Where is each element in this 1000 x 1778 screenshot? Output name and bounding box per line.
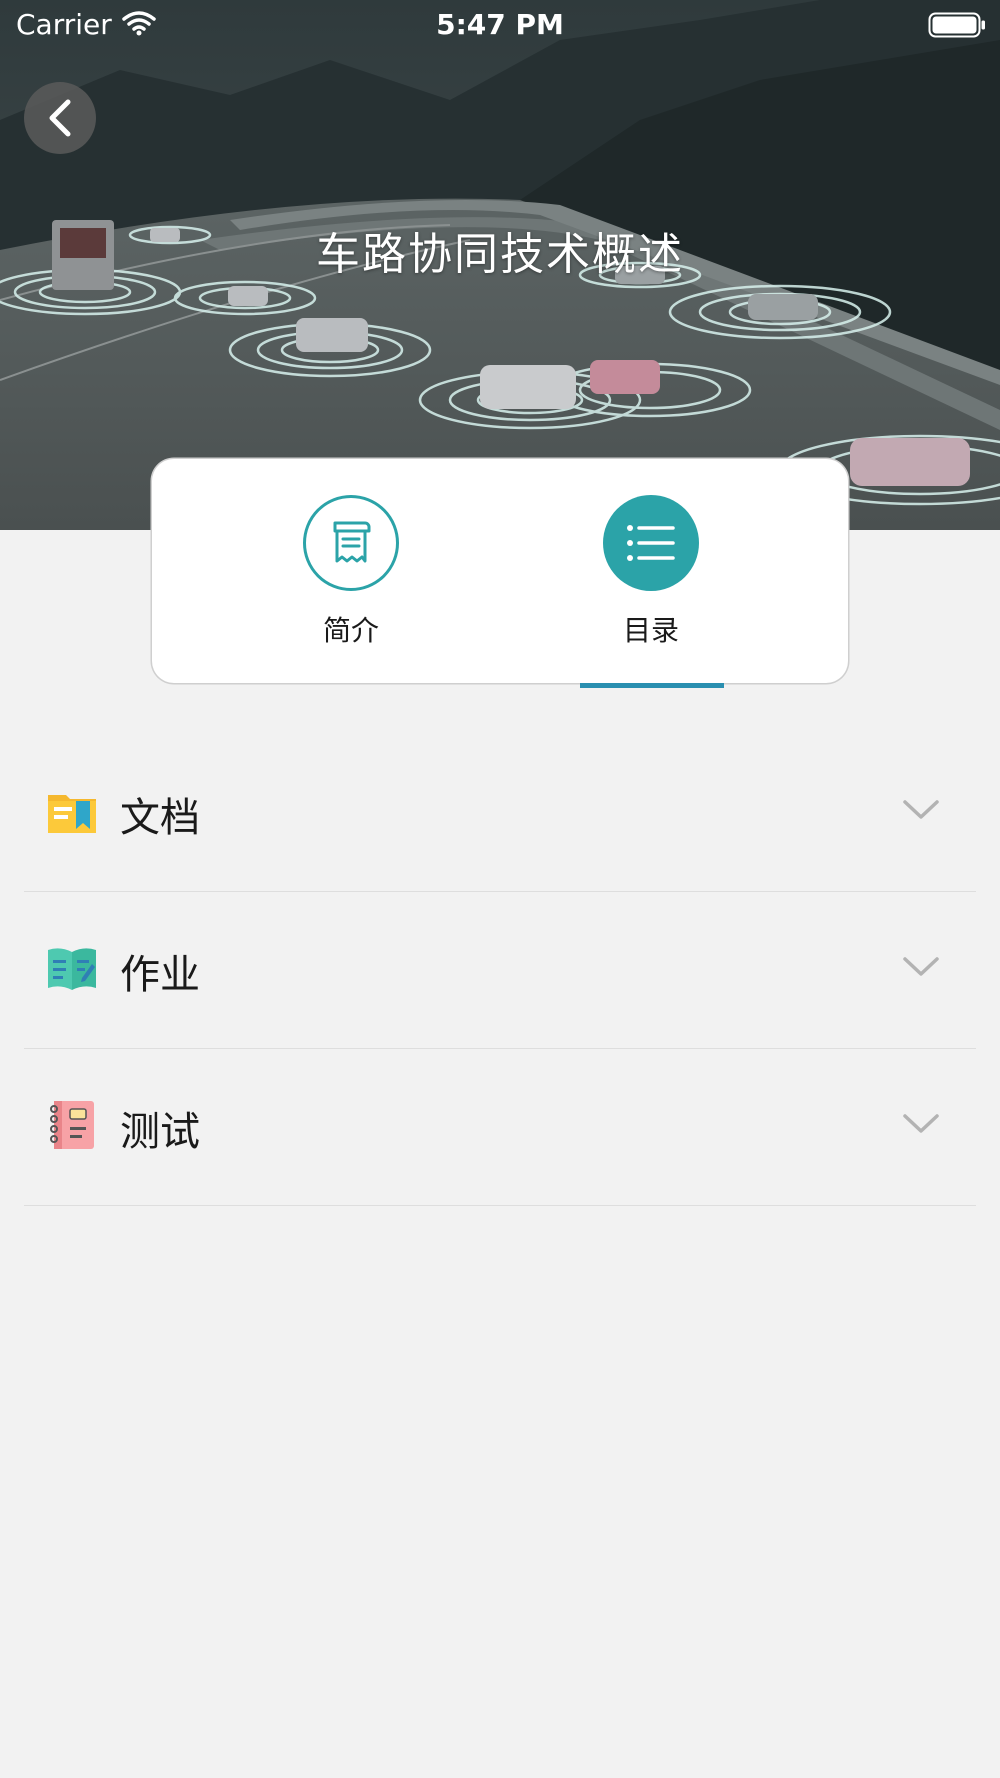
- list-item-label: 测试: [120, 1109, 200, 1155]
- tab-intro-icon-circle: [303, 495, 399, 591]
- status-bar: Carrier 5:47 PM: [0, 0, 1000, 50]
- list-item-homework[interactable]: 作业: [24, 892, 976, 1049]
- list-item-label: 作业: [120, 952, 200, 998]
- hero-banner: Carrier 5:47 PM 车路协同技术概述: [0, 0, 1000, 530]
- back-button[interactable]: [24, 82, 96, 154]
- list-icon: [627, 525, 675, 561]
- chevron-left-icon: [49, 99, 71, 137]
- tab-intro-label: 简介: [322, 614, 379, 647]
- section-list: 文档 作业 测试: [24, 735, 976, 1206]
- open-book-pencil-icon: [48, 948, 96, 990]
- folder-bookmark-icon: [48, 795, 96, 833]
- tab-catalog[interactable]: 目录: [551, 459, 751, 683]
- notebook-icon: [50, 1101, 94, 1149]
- tab-catalog-label: 目录: [622, 614, 679, 647]
- chevron-down-icon: [903, 957, 939, 976]
- chevron-down-icon: [903, 1114, 939, 1133]
- battery-icon: [928, 12, 985, 38]
- list-item-documents[interactable]: 文档: [24, 735, 976, 892]
- tab-catalog-icon-circle: [603, 495, 699, 591]
- chevron-down-icon: [903, 800, 939, 819]
- tab-intro[interactable]: 简介: [251, 459, 451, 683]
- tab-card: 简介 目录: [152, 459, 848, 683]
- scroll-document-icon: [333, 521, 371, 563]
- active-tab-indicator: [580, 683, 724, 688]
- list-item-label: 文档: [120, 795, 200, 841]
- list-item-tests[interactable]: 测试: [24, 1049, 976, 1206]
- clock: 5:47 PM: [436, 8, 564, 41]
- page-title: 车路协同技术概述: [316, 229, 684, 280]
